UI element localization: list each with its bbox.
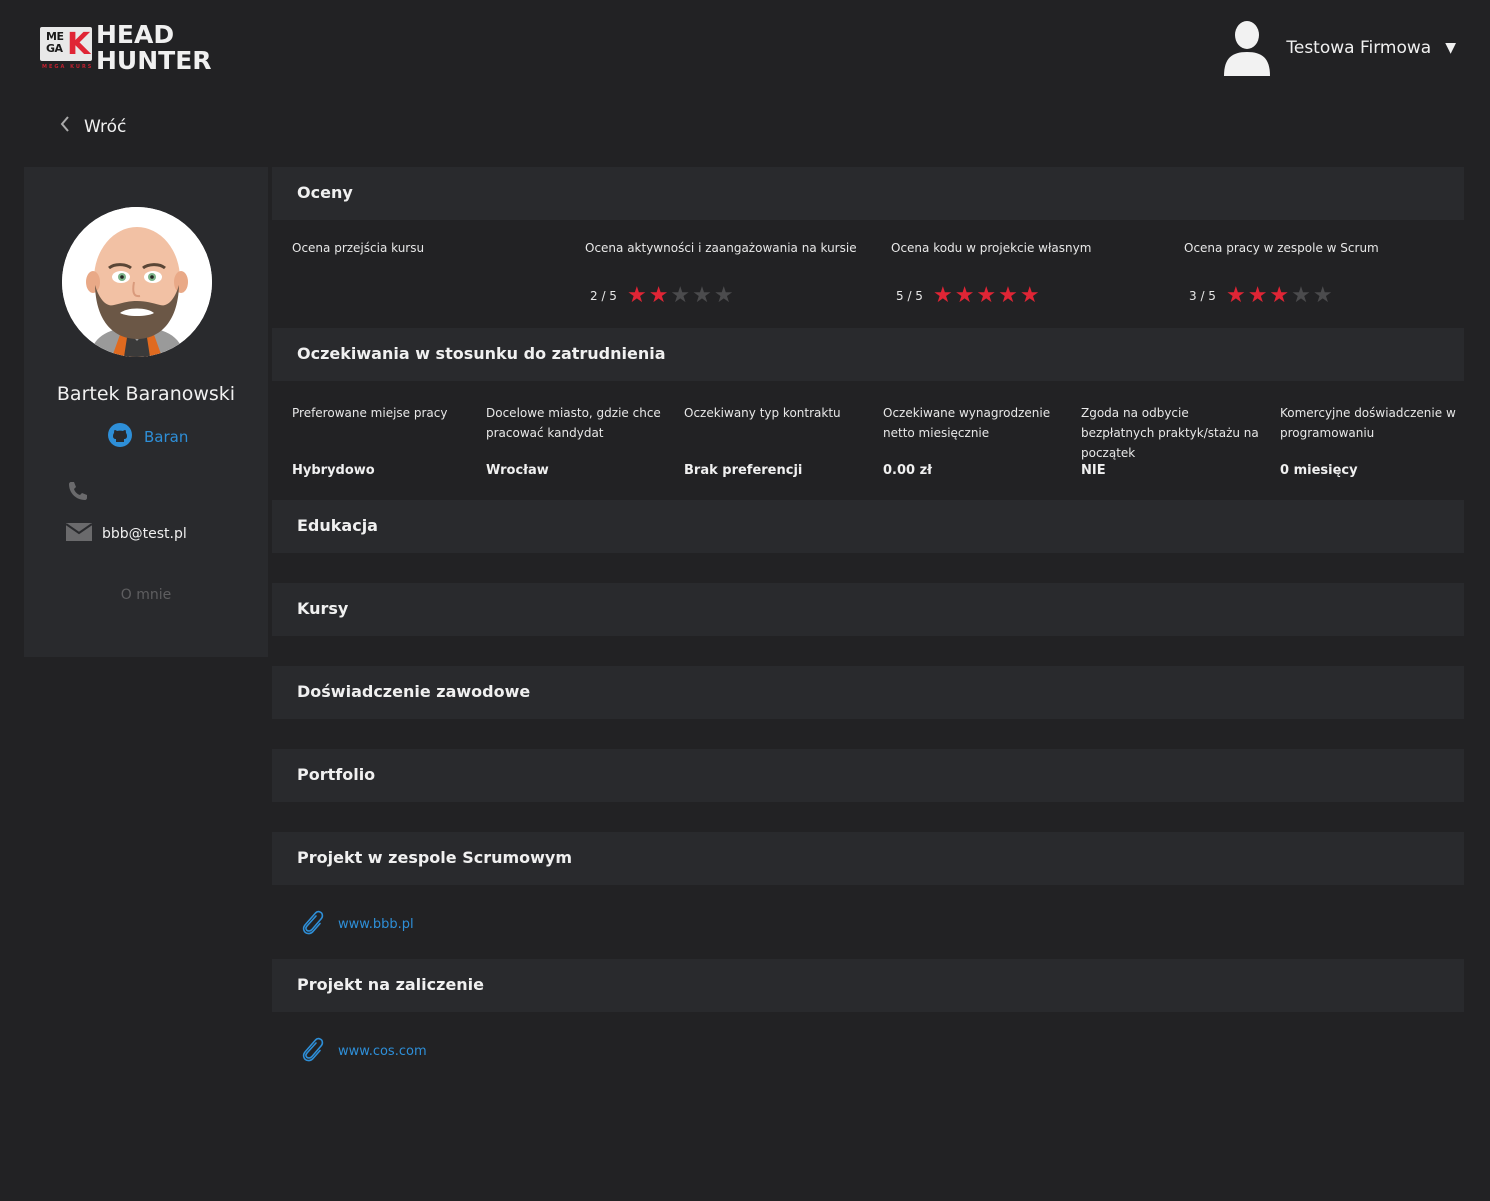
star-filled-icon: ★ bbox=[648, 283, 669, 308]
section-experience: Doświadczenie zawodowe bbox=[272, 666, 1464, 719]
expectation-item: Komercyjne doświadczenie w programowaniu… bbox=[1280, 403, 1460, 478]
rating-item: Ocena kodu w projekcie własnym 5 / 5 ★★★… bbox=[891, 241, 1092, 307]
expectation-item: Zgoda na odbycie bezpłatnych praktyk/sta… bbox=[1081, 403, 1261, 478]
github-icon bbox=[108, 423, 132, 451]
star-empty-icon: ★ bbox=[1291, 283, 1311, 308]
logo-line1: HEAD bbox=[96, 20, 175, 49]
github-username: Baran bbox=[144, 428, 189, 446]
logo-badge: ME GA K bbox=[40, 27, 92, 62]
paperclip-icon bbox=[298, 1035, 326, 1067]
logo-badge-letter: K bbox=[67, 27, 91, 62]
section-title: Doświadczenie zawodowe bbox=[297, 682, 531, 701]
rating-label: Ocena pracy w zespole w Scrum bbox=[1184, 241, 1379, 255]
rating-stars: 5 / 5 ★★★★★ bbox=[896, 285, 1042, 307]
expectation-item: Oczekiwane wynagrodzenie netto miesięczn… bbox=[883, 403, 1063, 478]
expectation-label: Docelowe miasto, gdzie chce pracować kan… bbox=[486, 406, 661, 440]
user-menu[interactable]: Testowa Firmowa ▼ bbox=[1222, 18, 1456, 78]
section-expectations: Oczekiwania w stosunku do zatrudnienia bbox=[272, 328, 1464, 381]
mail-icon bbox=[65, 523, 93, 545]
user-name: Testowa Firmowa bbox=[1286, 38, 1432, 58]
rating-item: Ocena przejścia kursu bbox=[292, 241, 424, 255]
phone-icon bbox=[66, 479, 90, 507]
logo-subtext: MEGA KURS bbox=[42, 64, 94, 70]
expectation-item: Oczekiwany typ kontraktu Brak preferencj… bbox=[684, 403, 869, 478]
section-title: Portfolio bbox=[297, 765, 376, 784]
star-empty-icon: ★ bbox=[713, 283, 734, 308]
section-portfolio: Portfolio bbox=[272, 749, 1464, 802]
section-title: Oczekiwania w stosunku do zatrudnienia bbox=[297, 344, 666, 363]
rating-item: Ocena pracy w zespole w Scrum 3 / 5 ★★★★… bbox=[1184, 241, 1379, 307]
expectation-item: Docelowe miasto, gdzie chce pracować kan… bbox=[486, 403, 671, 478]
candidate-name: Bartek Baranowski bbox=[56, 383, 236, 405]
final-project-url[interactable]: www.cos.com bbox=[338, 1044, 427, 1059]
star-filled-icon: ★ bbox=[1225, 283, 1246, 308]
star-filled-icon: ★ bbox=[626, 283, 647, 308]
expectation-label: Zgoda na odbycie bezpłatnych praktyk/sta… bbox=[1081, 406, 1259, 460]
rating-label: Ocena kodu w projekcie własnym bbox=[891, 241, 1092, 255]
megak-headhunter-logo[interactable]: ME GA K MEGA KURS HEAD HUNTER bbox=[38, 20, 238, 75]
expectation-value: NIE bbox=[1081, 463, 1106, 478]
scrum-project-link[interactable]: www.bbb.pl bbox=[298, 908, 414, 940]
final-project-link[interactable]: www.cos.com bbox=[298, 1035, 427, 1067]
star-empty-icon: ★ bbox=[1312, 283, 1333, 308]
expectation-label: Oczekiwany typ kontraktu bbox=[684, 406, 841, 420]
section-education: Edukacja bbox=[272, 500, 1464, 553]
candidate-avatar bbox=[62, 207, 212, 357]
paperclip-icon bbox=[298, 908, 326, 940]
expectation-item: Preferowane miejse pracy Hybrydowo bbox=[292, 403, 472, 478]
email-row: bbb@test.pl bbox=[65, 523, 187, 545]
star-filled-icon: ★ bbox=[1019, 283, 1040, 308]
back-button[interactable]: Wróć bbox=[60, 116, 126, 137]
expectation-label: Komercyjne doświadczenie w programowaniu bbox=[1280, 406, 1456, 440]
about-me-label: O mnie bbox=[120, 587, 172, 603]
section-courses: Kursy bbox=[272, 583, 1464, 636]
rating-item: Ocena aktywności i zaangażowania na kurs… bbox=[585, 241, 857, 307]
expectation-value: 0.00 zł bbox=[883, 463, 932, 478]
star-empty-icon: ★ bbox=[670, 283, 691, 308]
star-filled-icon: ★ bbox=[1269, 283, 1290, 308]
expectation-label: Oczekiwane wynagrodzenie netto miesięczn… bbox=[883, 406, 1051, 440]
expectation-value: Wrocław bbox=[486, 463, 549, 478]
section-title: Kursy bbox=[297, 599, 349, 618]
chevron-left-icon bbox=[60, 116, 70, 137]
section-scrum-project: Projekt w zespole Scrumowym bbox=[272, 832, 1464, 885]
rating-score: 3 / 5 bbox=[1189, 289, 1216, 303]
rating-label: Ocena aktywności i zaangażowania na kurs… bbox=[585, 241, 857, 255]
star-filled-icon: ★ bbox=[998, 283, 1018, 308]
expectation-value: 0 miesięcy bbox=[1280, 463, 1358, 478]
star-empty-icon: ★ bbox=[692, 283, 712, 308]
user-silhouette-icon bbox=[1222, 18, 1272, 78]
scrum-project-url[interactable]: www.bbb.pl bbox=[338, 917, 414, 932]
star-filled-icon: ★ bbox=[932, 283, 953, 308]
section-title: Projekt na zaliczenie bbox=[297, 975, 485, 994]
section-final-project: Projekt na zaliczenie bbox=[272, 959, 1464, 1012]
star-filled-icon: ★ bbox=[976, 283, 997, 308]
expectation-value: Hybrydowo bbox=[292, 463, 375, 478]
section-title: Edukacja bbox=[297, 516, 378, 535]
rating-score: 5 / 5 bbox=[896, 289, 923, 303]
github-link[interactable]: Baran bbox=[108, 423, 188, 451]
rating-score: 2 / 5 bbox=[590, 289, 617, 303]
section-title: Projekt w zespole Scrumowym bbox=[297, 848, 573, 867]
rating-label: Ocena przejścia kursu bbox=[292, 241, 425, 255]
rating-stars: 2 / 5 ★★★★★ bbox=[590, 285, 736, 307]
star-filled-icon: ★ bbox=[954, 283, 975, 308]
expectation-label: Preferowane miejse pracy bbox=[292, 406, 448, 420]
logo-badge-bottom: GA bbox=[46, 42, 63, 55]
section-title: Oceny bbox=[297, 183, 353, 202]
candidate-email: bbb@test.pl bbox=[102, 526, 187, 542]
expectation-value: Brak preferencji bbox=[684, 463, 803, 478]
star-filled-icon: ★ bbox=[1247, 283, 1268, 308]
rating-stars: 3 / 5 ★★★★★ bbox=[1189, 285, 1335, 307]
section-ratings: Oceny bbox=[272, 167, 1464, 220]
chevron-down-icon[interactable]: ▼ bbox=[1445, 40, 1456, 56]
logo-line2: HUNTER bbox=[96, 46, 212, 75]
back-label: Wróć bbox=[84, 116, 127, 137]
candidate-sidebar: Bartek Baranowski Baran bbb@test.pl O mn… bbox=[24, 167, 268, 657]
